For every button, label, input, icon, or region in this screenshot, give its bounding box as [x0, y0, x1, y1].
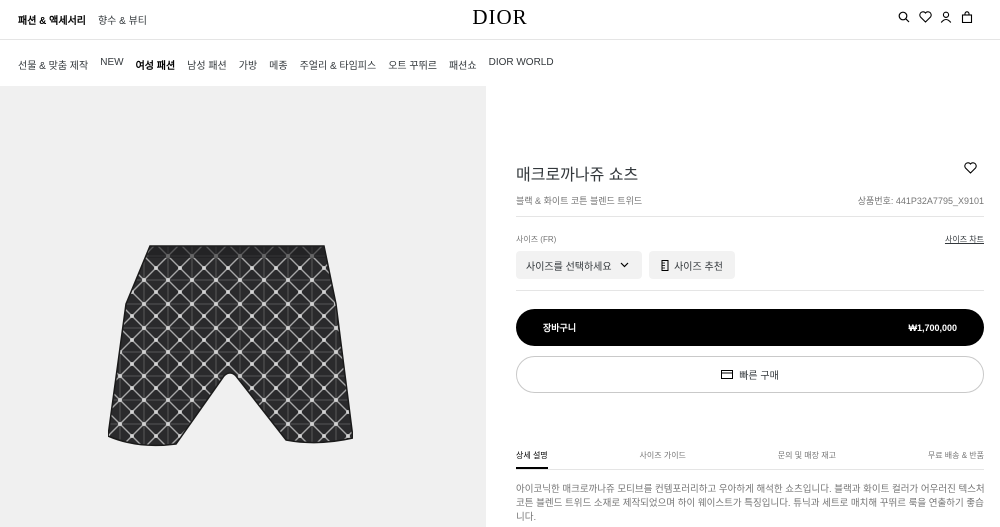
divider [516, 290, 984, 291]
tab-shipping-returns[interactable]: 무료 배송 & 반품 [928, 450, 984, 469]
product-description: 아이코닉한 매크로까나쥬 모티브를 컨템포러리하고 우아하게 해석한 쇼츠입니다… [516, 484, 985, 523]
chevron-down-icon [620, 262, 629, 268]
bag-icon[interactable] [960, 10, 974, 24]
nav-item-new[interactable]: NEW [100, 57, 123, 72]
divider [516, 216, 984, 217]
product-subtitle: 블랙 & 화이트 코튼 블렌드 트위드 [516, 196, 643, 206]
nav-item-maison[interactable]: 메종 [269, 57, 287, 72]
top-header: 패션 & 액세서리 향수 & 뷰티 DIOR [0, 0, 1000, 40]
nav-item-dior-world[interactable]: DIOR WORLD [489, 57, 554, 72]
size-chart-link[interactable]: 사이즈 차트 [945, 234, 984, 245]
nav-item-jewelry[interactable]: 주얼리 & 타임피스 [300, 57, 377, 72]
user-icon[interactable] [939, 10, 953, 24]
nav-item-gifts[interactable]: 선물 & 맞춤 제작 [18, 57, 88, 72]
dior-logo[interactable]: DIOR [472, 5, 527, 29]
logo-container: DIOR [0, 5, 1000, 30]
nav-item-bags[interactable]: 가방 [239, 57, 257, 72]
search-icon[interactable] [897, 10, 911, 24]
ruler-icon [661, 259, 669, 271]
detail-tabs: 상세 설명 사이즈 가이드 문의 및 매장 재고 무료 배송 & 반품 [516, 450, 984, 469]
size-dropdown-label: 사이즈를 선택하세요 [526, 261, 612, 273]
add-to-cart-button[interactable]: 장바구니 ₩1,700,000 [516, 309, 984, 346]
size-recommend-label: 사이즈 추천 [674, 261, 723, 273]
cart-label: 장바구니 [543, 323, 577, 333]
size-dropdown[interactable]: 사이즈를 선택하세요 [516, 251, 642, 279]
size-label: 사이즈 (FR) [516, 235, 557, 244]
heart-icon[interactable] [918, 10, 932, 24]
tab-size-guide[interactable]: 사이즈 가이드 [640, 450, 686, 469]
size-recommend-button[interactable]: 사이즈 추천 [649, 251, 735, 279]
quick-buy-button[interactable]: 빠른 구매 [516, 356, 984, 393]
card-icon [721, 370, 734, 379]
tab-details[interactable]: 상세 설명 [516, 450, 548, 469]
product-reference: 상품번호: 441P32A7795_X9101 [857, 196, 984, 206]
quick-buy-label: 빠른 구매 [739, 371, 779, 382]
product-image-pane[interactable] [0, 86, 486, 527]
tab-inquiry-stock[interactable]: 문의 및 매장 재고 [778, 450, 836, 469]
nav-item-men[interactable]: 남성 패션 [187, 57, 227, 72]
header-icons [897, 10, 974, 24]
tabs-divider [516, 469, 984, 470]
nav-item-couture[interactable]: 오트 꾸뛰르 [388, 57, 437, 72]
product-info-panel: 매크로까나쥬 쇼츠 블랙 & 화이트 코튼 블렌드 트위드 상품번호: 441P… [486, 86, 1000, 527]
main-nav: 선물 & 맞춤 제작 NEW 여성 패션 남성 패션 가방 메종 주얼리 & 타… [18, 57, 554, 72]
price: ₩1,700,000 [908, 322, 957, 333]
product-image [108, 245, 353, 447]
wishlist-heart-icon[interactable] [964, 161, 980, 177]
nav-item-shows[interactable]: 패션쇼 [449, 57, 477, 72]
product-title: 매크로까나쥬 쇼츠 [516, 167, 639, 184]
nav-item-women[interactable]: 여성 패션 [136, 57, 176, 72]
